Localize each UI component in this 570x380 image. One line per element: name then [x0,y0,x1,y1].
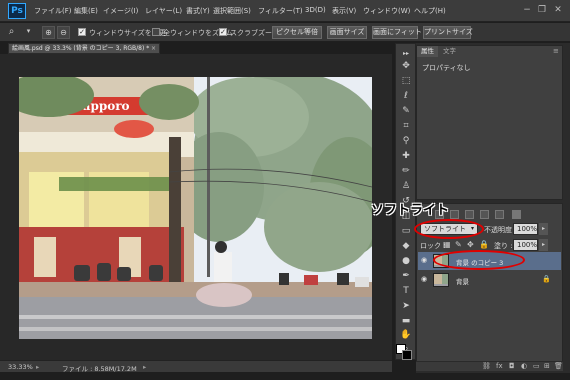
fill-slider-icon[interactable]: ▸ [539,239,548,251]
background-color-swatch[interactable] [402,350,412,360]
menu-3d[interactable]: 3D(D) [305,6,326,14]
adjustment-layer-icon[interactable]: ◐ [521,362,527,370]
options-bar: ⌕ ▾ ⊕ ⊖ ✓ ウィンドウサイズを変更 全ウィンドウをズーム ✓ スクラブズ… [0,23,570,42]
fit-screen-button[interactable]: 画面サイズ [327,26,367,39]
properties-panel: 属性 文字 ≡ プロパティなし [416,45,563,200]
menu-window[interactable]: ウィンドウ(W) [363,6,410,16]
annotation-label: ソフトライト [371,203,450,218]
tab-character[interactable]: 文字 [439,46,460,57]
eyedropper-tool-icon[interactable]: ⚲ [399,135,413,148]
menu-type[interactable]: 書式(Y) [186,6,210,16]
panel-menu-icon[interactable]: ≡ [553,47,559,55]
lock-label: ロック : [420,242,446,250]
type-tool-icon[interactable]: T [399,285,413,298]
layer-row[interactable]: ◉ 背景 🔒 [418,271,561,289]
street-scene-painting: Sapporo [19,77,372,339]
hand-tool-icon[interactable]: ✋ [399,329,413,342]
print-size-button[interactable]: プリントサイズ [423,26,473,39]
menu-select[interactable]: 選択範囲(S) [213,6,251,16]
brush-tool-icon[interactable]: ✏ [399,165,413,178]
opacity-label: 不透明度 : [484,226,517,234]
photoshop-logo: Ps [8,3,26,19]
menu-bar: Ps ファイル(F) 編集(E) イメージ(I) レイヤー(L) 書式(Y) 選… [0,0,570,22]
close-document-icon[interactable]: × [151,44,156,53]
menu-help[interactable]: ヘルプ(H) [414,6,446,16]
layers-footer: ⛓ fx ◘ ◐ ▭ ⊞ 🗑 [416,361,563,371]
layer-lock-icon: 🔒 [542,275,551,283]
blend-mode-highlight-circle [414,219,484,239]
opacity-input[interactable]: 100% [513,223,538,235]
filter-adjustment-icon[interactable] [450,210,459,219]
layer-highlight-circle [433,250,525,270]
marquee-tool-icon[interactable]: ⬚ [399,75,413,88]
close-window-icon[interactable]: ✕ [552,5,564,16]
layer-mask-icon[interactable]: ◘ [509,362,515,370]
filter-smart-object-icon[interactable] [495,210,504,219]
actual-pixels-button[interactable]: ピクセル等倍 [272,26,322,39]
fill-screen-button[interactable]: 画面にフィット [372,26,422,39]
fill-label: 塗り : [494,242,513,250]
healing-brush-tool-icon[interactable]: ✚ [399,150,413,163]
zoom-out-icon[interactable]: ⊖ [57,26,70,39]
tab-properties[interactable]: 属性 [417,46,438,57]
lock-all-icon[interactable]: 🔒 [479,240,489,249]
gradient-tool-icon[interactable]: ▭ [399,225,413,238]
menu-filter[interactable]: フィルター(T) [258,6,303,16]
quick-select-tool-icon[interactable]: ✎ [399,105,413,118]
lock-paint-icon[interactable]: ✎ [455,240,462,249]
lock-transparent-icon[interactable]: ▦ [443,240,451,249]
fill-input[interactable]: 100% [513,239,538,251]
zoom-in-icon[interactable]: ⊕ [42,26,55,39]
status-bar: 33.33% ▸ ファイル : 8.58M/17.2M ▸ [0,360,392,373]
document-title: 絵画風.psd @ 33.3% (背景 のコピー 3, RGB/8) * [12,45,150,52]
status-menu-icon[interactable]: ▸ [36,363,39,371]
menu-view[interactable]: 表示(V) [332,6,356,16]
collapse-tools-icon[interactable]: ▸▸ [399,47,413,60]
visibility-eye-icon[interactable]: ◉ [421,276,430,283]
minimize-icon[interactable]: − [521,5,533,16]
visibility-eye-icon[interactable]: ◉ [421,257,430,264]
file-size-info: ファイル : 8.58M/17.2M [62,365,137,373]
layer-name[interactable]: 背景 [456,276,469,286]
menu-layer[interactable]: レイヤー(L) [145,6,182,16]
link-layers-icon[interactable]: ⛓ [482,362,491,370]
zoom-all-checkbox[interactable] [152,28,160,36]
clone-stamp-tool-icon[interactable]: ♙ [399,180,413,193]
lasso-tool-icon[interactable]: ℓ [399,90,413,103]
status-expand-icon[interactable]: ▸ [143,363,146,371]
shape-tool-icon[interactable]: ▬ [399,315,413,328]
tool-preset-arrow-icon[interactable]: ▾ [22,26,35,39]
menu-edit[interactable]: 編集(E) [74,6,98,16]
pen-tool-icon[interactable]: ✒ [399,270,413,283]
restore-icon[interactable]: ❐ [536,5,548,16]
document-tab[interactable]: 絵画風.psd @ 33.3% (背景 のコピー 3, RGB/8) * × [8,43,160,54]
zoom-level[interactable]: 33.33% [8,363,33,371]
scrubby-zoom-checkbox[interactable]: ✓ [219,28,227,36]
lock-move-icon[interactable]: ✥ [467,240,474,249]
layer-thumbnail [433,273,449,287]
layer-style-icon[interactable]: fx [496,362,503,370]
menu-image[interactable]: イメージ(I) [103,6,138,16]
menu-file[interactable]: ファイル(F) [34,6,72,16]
opacity-slider-icon[interactable]: ▸ [539,223,548,235]
path-select-tool-icon[interactable]: ➤ [399,300,413,313]
delete-layer-icon[interactable]: 🗑 [554,362,563,370]
move-tool-icon[interactable]: ✥ [399,60,413,73]
zoom-tool-icon[interactable]: ⌕ [5,26,18,39]
properties-empty-text: プロパティなし [422,64,471,72]
new-group-icon[interactable]: ▭ [533,362,540,370]
blur-tool-icon[interactable]: ◆ [399,240,413,253]
filter-toggle-icon[interactable] [512,210,521,219]
document-canvas-image[interactable]: Sapporo [19,77,372,339]
crop-tool-icon[interactable]: ⌗ [399,120,413,133]
dodge-tool-icon[interactable]: ● [399,255,413,268]
resize-windows-checkbox[interactable]: ✓ [78,28,86,36]
filter-type-icon[interactable] [465,210,474,219]
filter-shape-icon[interactable] [480,210,489,219]
new-layer-icon[interactable]: ⊞ [544,362,550,370]
